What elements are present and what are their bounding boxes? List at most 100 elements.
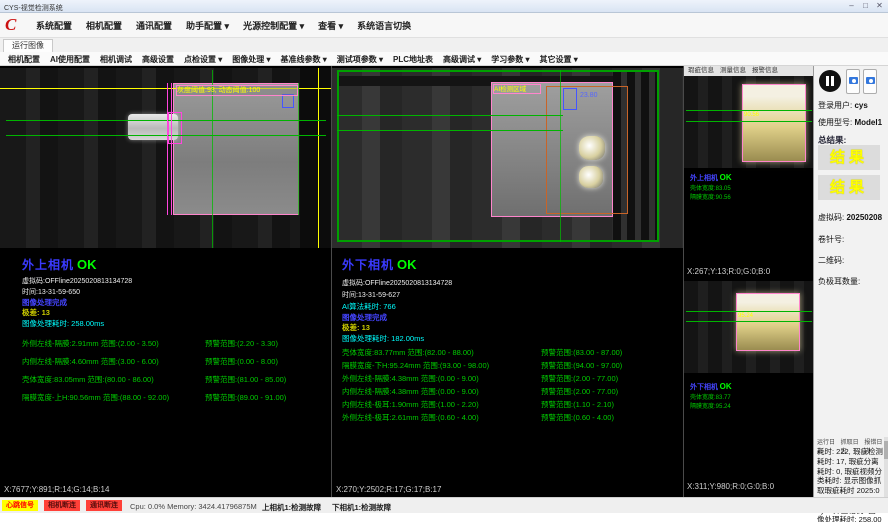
tab-run-image[interactable]: 运行图像 <box>3 39 53 52</box>
scrollbar-thumb[interactable] <box>884 441 888 459</box>
measurement-row: 壳体宽度:83.05mm 范围:(80.00 - 86.00) <box>22 374 154 385</box>
thumbnail-bottom-image: 95.24 <box>684 281 814 373</box>
model-label: 使用型号: <box>818 118 852 127</box>
menu-comm-config[interactable]: 通讯配置 <box>136 19 172 32</box>
window-title: CYS-视觉检测系统 <box>4 3 63 13</box>
tool-camera-config[interactable]: 相机配置 <box>8 54 40 65</box>
threshold-overlay-label: 灰度阈值:93, 动态阈值:100 <box>176 85 298 96</box>
camera-record-button[interactable] <box>863 69 877 94</box>
model-value: Model1 <box>854 118 882 127</box>
tool-advanced-debug[interactable]: 高级调试 ▾ <box>443 54 481 65</box>
lower-time: 时间:13-31-59-627 <box>342 290 400 300</box>
upper-range-line: 极差: 13 <box>22 307 50 318</box>
measurement-warn: 预警范围:(2.00 - 77.00) <box>541 373 618 384</box>
lower-ai-elapsed: AI算法耗时: 766 <box>342 301 396 312</box>
comm-connection-badge: 通讯断连 <box>86 500 122 511</box>
tool-test-params[interactable]: 测试项参数 ▾ <box>337 54 383 65</box>
info-tab-alarm[interactable]: 报警信息 <box>752 66 778 76</box>
bright-tab-blob-1 <box>579 136 605 160</box>
menu-view[interactable]: 查看 ▾ <box>318 19 343 32</box>
cpu-memory-status: Cpu: 0.0% Memory: 3424.41796875M <box>130 502 257 511</box>
tool-learning-params[interactable]: 学习参数 ▾ <box>491 54 529 65</box>
tool-ai-use-config[interactable]: AI使用配置 <box>50 54 90 65</box>
lower-barcode: 虚拟码:OFFline2025020813134728 <box>342 278 452 288</box>
tool-other-settings[interactable]: 其它设置 ▾ <box>540 54 578 65</box>
thumbnail-bottom-text: 外下相机 OK 壳体宽度:83.77 隔膜宽度:95.24 <box>690 381 732 412</box>
info-tab-defect[interactable]: 瑕疵信息 <box>688 66 714 76</box>
app-logo-icon: C <box>5 15 25 35</box>
measurement-warn: 预警范围:(1.10 - 2.10) <box>541 399 614 410</box>
measurement-row: 外侧左线-极耳:2.61mm 范围:(0.60 - 4.00) <box>342 412 479 423</box>
side-panel: 登录用户: cys 使用型号: Model1 总结果: 结果 结果 虚拟码: 2… <box>813 66 888 497</box>
toolbar-items: 相机配置 AI使用配置 相机调试 高级设置 点检设置 ▾ 图像处理 ▾ 基准线参… <box>8 54 578 65</box>
tool-advanced-settings[interactable]: 高级设置 <box>142 54 174 65</box>
thumbnail-top-title: 外上相机 <box>690 175 718 182</box>
toolbar: 相机配置 AI使用配置 相机调试 高级设置 点检设置 ▾ 图像处理 ▾ 基准线参… <box>0 52 888 66</box>
tool-plc-address[interactable]: PLC地址表 <box>393 54 433 65</box>
info-tab-measure[interactable]: 测量信息 <box>720 66 746 76</box>
measure-marker: 90.56 <box>744 112 759 118</box>
yellow-guide-line-v <box>318 68 319 248</box>
upper-camera-ok-badge: OK <box>77 257 97 272</box>
menu-light-config[interactable]: 光源控制配置 ▾ <box>243 19 304 32</box>
thumbnail-bottom-line1: 壳体宽度:83.77 <box>690 394 732 403</box>
camera-connection-badge: 相机断连 <box>44 500 80 511</box>
camera-snapshot-button[interactable] <box>846 69 860 94</box>
magenta-edge-line-2 <box>171 83 172 215</box>
green-measure-vline <box>560 70 561 242</box>
lower-camera-ok-badge: OK <box>397 257 417 272</box>
close-icon[interactable]: ✕ <box>873 1 886 11</box>
menu-system-config[interactable]: 系统配置 <box>36 19 72 32</box>
thumbnail-top-line1: 壳体宽度:83.05 <box>690 185 732 194</box>
lower-camera-title: 外下相机 <box>342 258 394 272</box>
upper-barcode: 虚拟码:OFFline2025020813134728 <box>22 276 132 286</box>
info-tab-strip: 瑕疵信息 测量信息 报警信息 <box>684 66 814 76</box>
minimize-icon[interactable]: – <box>845 1 858 11</box>
virtual-code-row: 虚拟码: 20250208 <box>818 212 882 223</box>
green-line <box>686 110 812 111</box>
lower-camera-status: 下相机1:检测故障 <box>332 502 391 513</box>
green-line <box>686 311 812 312</box>
lower-pixel-coords: X:270;Y:2502;R:17;G:17;B:17 <box>336 485 441 494</box>
title-bar: CYS-视觉检测系统 – □ ✕ <box>0 0 888 13</box>
magenta-edge-line-1 <box>167 83 168 215</box>
green-measure-vline-2 <box>298 83 299 215</box>
menu-bar: C 系统配置 相机配置 通讯配置 助手配置 ▾ 光源控制配置 ▾ 查看 ▾ 系统… <box>0 13 888 38</box>
maximize-icon[interactable]: □ <box>859 1 872 11</box>
tool-baseline-params[interactable]: 基准线参数 ▾ <box>281 54 327 65</box>
tool-camera-debug[interactable]: 相机调试 <box>100 54 132 65</box>
thumbnail-top-text: 外上相机 OK 壳体宽度:83.05 隔膜宽度:90.56 <box>690 172 732 203</box>
thumbnail-view-bottom[interactable]: 95.24 外下相机 OK 壳体宽度:83.77 隔膜宽度:95.24 <box>684 281 814 480</box>
green-line <box>686 321 812 322</box>
app-window: CYS-视觉检测系统 – □ ✕ C 系统配置 相机配置 通讯配置 助手配置 ▾… <box>0 0 888 522</box>
thumbnail-column: 瑕疵信息 测量信息 报警信息 90.56 外上相机 OK 壳体宽度:83.05 … <box>683 66 813 497</box>
camera-view-upper[interactable]: 灰度阈值:93, 动态阈值:100 外上相机OK 虚拟码:OFFline2025… <box>0 66 331 497</box>
login-user-label: 登录用户: <box>818 101 852 110</box>
menu-assist-config[interactable]: 助手配置 ▾ <box>186 19 229 32</box>
image-dark-region <box>300 68 331 248</box>
pause-button[interactable] <box>819 70 841 92</box>
camera-view-lower[interactable]: 23.80 AI检测区域 外下相机OK 虚拟码:OFFline202502081… <box>331 66 683 497</box>
measurement-row: 外侧左线-隔膜:2.91mm 范围:(2.00 - 3.50) <box>22 338 159 349</box>
lower-range-line: 极差: 13 <box>342 322 370 333</box>
thumbnail-top-line2: 隔膜宽度:90.56 <box>690 194 732 203</box>
green-measure-line-2 <box>337 130 563 131</box>
thumbnail-view-top[interactable]: 90.56 外上相机 OK 壳体宽度:83.05 隔膜宽度:90.56 <box>684 76 814 266</box>
qr-code-label: 二维码: <box>818 255 844 266</box>
log-scrollbar[interactable] <box>884 437 888 497</box>
tool-image-processing[interactable]: 图像处理 ▾ <box>232 54 270 65</box>
bright-region <box>742 84 806 162</box>
menu-language-switch[interactable]: 系统语言切换 <box>357 19 411 32</box>
login-user-row: 登录用户: cys <box>818 100 868 111</box>
upper-camera-status: 上相机1:检测故障 <box>262 502 321 513</box>
tool-spotcheck-settings[interactable]: 点检设置 ▾ <box>184 54 222 65</box>
status-bar: 心跳信号 相机断连 通讯断连 Cpu: 0.0% Memory: 3424.41… <box>0 497 888 513</box>
thumbnail-bottom-ok: OK <box>720 382 732 391</box>
bright-region <box>736 293 800 351</box>
measurement-warn: 预警范围:(0.00 - 8.00) <box>205 356 278 367</box>
camera-icon <box>849 77 858 84</box>
menu-camera-config[interactable]: 相机配置 <box>86 19 122 32</box>
heartbeat-status-badge: 心跳信号 <box>2 500 38 511</box>
blue-value-label: 23.80 <box>580 92 598 99</box>
thumbnail-bottom-line2: 隔膜宽度:95.24 <box>690 403 732 412</box>
